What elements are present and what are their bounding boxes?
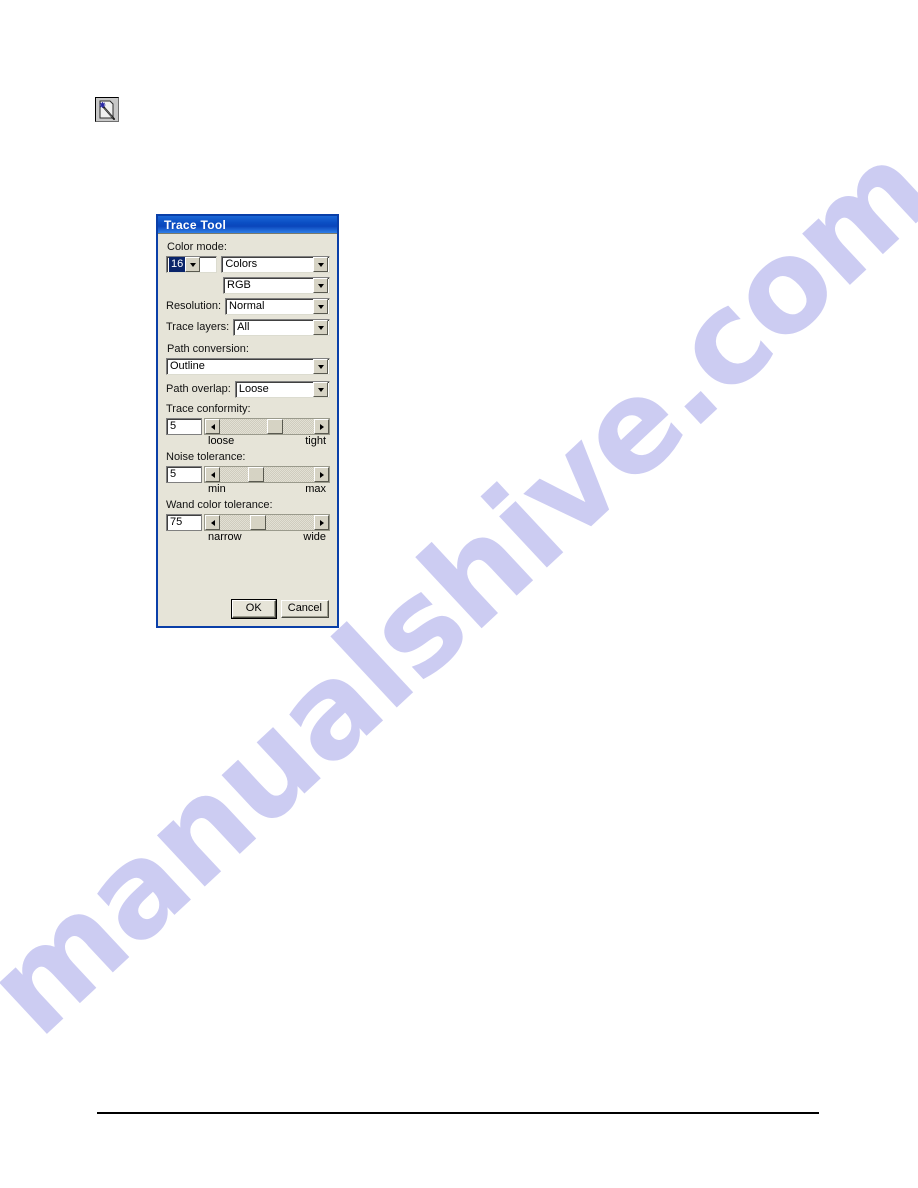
dialog-button-row: OK Cancel	[230, 599, 329, 619]
resolution-label: Resolution:	[166, 300, 222, 312]
scroll-left-arrow-icon[interactable]	[205, 515, 220, 530]
trace-conformity-group: Trace conformity: 5 loose tight	[166, 403, 330, 448]
wand-color-tolerance-input[interactable]: 75	[166, 514, 202, 531]
noise-tolerance-slider-row: 5	[166, 466, 330, 483]
color-count-combobox[interactable]: 16	[166, 256, 218, 273]
ok-button[interactable]: OK	[230, 599, 277, 619]
resolution-combobox[interactable]: Normal	[225, 298, 330, 315]
chevron-down-icon[interactable]	[313, 382, 328, 397]
chevron-down-icon[interactable]	[313, 359, 328, 374]
chevron-down-icon[interactable]	[313, 299, 328, 314]
color-model-row: RGB	[166, 277, 330, 294]
path-overlap-combobox[interactable]: Loose	[234, 381, 330, 398]
trace-layers-value: All	[237, 321, 250, 333]
color-mode-row: 16 Colors	[166, 256, 330, 273]
wand-color-tolerance-range-labels: narrow wide	[166, 531, 330, 544]
path-conversion-label: Path conversion:	[167, 343, 249, 355]
noise-tolerance-max-label: max	[305, 483, 326, 495]
resolution-row: Resolution: Normal	[166, 298, 330, 315]
noise-tolerance-group: Noise tolerance: 5 min max	[166, 451, 330, 496]
chevron-down-icon[interactable]	[313, 320, 328, 335]
trace-layers-combobox[interactable]: All	[233, 319, 330, 336]
trace-conformity-min-label: loose	[208, 435, 235, 447]
footer-divider	[97, 1112, 819, 1114]
noise-tolerance-label: Noise tolerance:	[166, 451, 246, 463]
page-watermark: manualshive.com	[0, 116, 918, 1064]
scroll-left-arrow-icon[interactable]	[205, 419, 220, 434]
path-overlap-label: Path overlap:	[166, 383, 231, 395]
color-unit-value: Colors	[225, 258, 258, 270]
trace-conformity-range-labels: loose tight	[166, 435, 330, 448]
wand-color-tolerance-track[interactable]	[220, 515, 314, 530]
noise-tolerance-thumb[interactable]	[248, 467, 265, 482]
trace-conformity-slider-row: 5	[166, 418, 330, 435]
color-model-combobox[interactable]: RGB	[223, 277, 330, 294]
scroll-right-arrow-icon[interactable]	[314, 515, 329, 530]
scroll-left-arrow-icon[interactable]	[205, 467, 220, 482]
path-conversion-value: Outline	[170, 360, 205, 372]
trace-conformity-max-label: tight	[305, 435, 326, 447]
trace-conformity-thumb[interactable]	[267, 419, 283, 434]
noise-tolerance-input[interactable]: 5	[166, 466, 202, 483]
chevron-down-icon[interactable]	[185, 257, 201, 272]
wand-color-tolerance-group: Wand color tolerance: 75 narrow wide	[166, 499, 330, 544]
dialog-titlebar[interactable]: Trace Tool	[158, 216, 337, 234]
resolution-value: Normal	[229, 300, 265, 312]
trace-tool-dialog: Trace Tool Color mode: 16 Colors RGB Res…	[156, 214, 339, 628]
trace-tool-icon-button[interactable]	[95, 97, 119, 122]
wand-color-tolerance-slider-row: 75	[166, 514, 330, 531]
color-unit-combobox[interactable]: Colors	[221, 256, 330, 273]
noise-tolerance-track[interactable]	[220, 467, 314, 482]
wand-color-tolerance-label: Wand color tolerance:	[166, 499, 273, 511]
path-conversion-row: Outline	[166, 358, 330, 375]
path-overlap-value: Loose	[238, 383, 269, 395]
path-conversion-combobox[interactable]: Outline	[166, 358, 330, 375]
noise-tolerance-range-labels: min max	[166, 483, 330, 496]
path-overlap-row: Path overlap: Loose	[166, 381, 330, 398]
trace-layers-label: Trace layers:	[166, 321, 230, 333]
trace-conformity-input[interactable]: 5	[166, 418, 202, 435]
trace-conformity-scrollbar[interactable]	[204, 418, 330, 435]
wand-color-tolerance-max-label: wide	[303, 531, 326, 543]
trace-layers-row: Trace layers: All	[166, 319, 330, 336]
trace-conformity-track[interactable]	[220, 419, 314, 434]
chevron-down-icon[interactable]	[313, 278, 328, 293]
dialog-body: Color mode: 16 Colors RGB Resolution: No…	[158, 234, 337, 626]
trace-tool-icon	[96, 98, 118, 121]
noise-tolerance-min-label: min	[208, 483, 226, 495]
dialog-title: Trace Tool	[164, 217, 227, 232]
color-model-value: RGB	[227, 279, 251, 291]
cancel-button[interactable]: Cancel	[280, 600, 329, 618]
wand-color-tolerance-scrollbar[interactable]	[204, 514, 330, 531]
color-count-value: 16	[169, 257, 186, 272]
trace-conformity-label: Trace conformity:	[166, 403, 251, 415]
wand-color-tolerance-thumb[interactable]	[250, 515, 267, 530]
color-mode-label: Color mode:	[167, 241, 227, 253]
scroll-right-arrow-icon[interactable]	[314, 467, 329, 482]
wand-color-tolerance-min-label: narrow	[208, 531, 242, 543]
scroll-right-arrow-icon[interactable]	[314, 419, 329, 434]
noise-tolerance-scrollbar[interactable]	[204, 466, 330, 483]
chevron-down-icon[interactable]	[313, 257, 328, 272]
